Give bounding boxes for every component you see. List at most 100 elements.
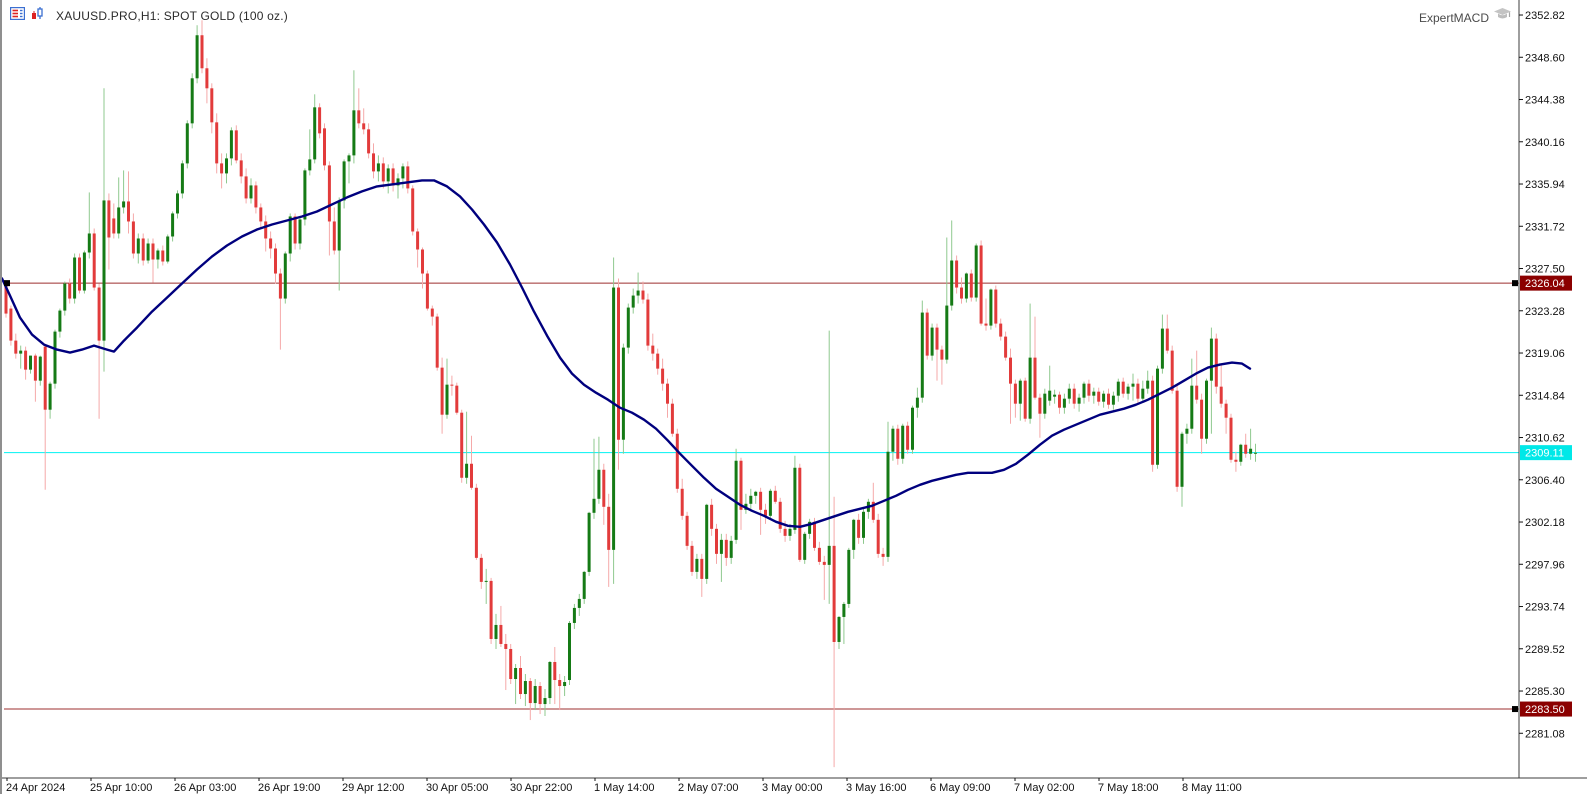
candle-body <box>749 495 753 504</box>
candle-body <box>97 287 101 341</box>
candle-body <box>1009 357 1012 384</box>
candle-body <box>1180 433 1184 487</box>
candle-body <box>215 122 219 164</box>
candle-body <box>450 384 454 386</box>
candle-body <box>489 580 493 639</box>
candle-body <box>793 467 797 530</box>
candle-body <box>592 498 596 513</box>
candle-body <box>999 323 1003 337</box>
candle-body <box>528 681 532 704</box>
candle-body <box>597 469 601 499</box>
candle-body <box>1136 383 1140 399</box>
candle-body <box>950 260 954 306</box>
candle-body <box>979 245 983 324</box>
moving-average-line[interactable] <box>2 179 1252 528</box>
candle-body <box>906 425 910 450</box>
candle-body <box>220 163 224 174</box>
candle-body <box>626 307 630 348</box>
candle-body <box>180 163 184 194</box>
candle-body <box>1023 380 1027 419</box>
candle-body <box>283 253 287 299</box>
candle-body <box>587 512 591 572</box>
time-axis-label: 7 May 18:00 <box>1098 782 1159 794</box>
candle-body <box>670 403 674 434</box>
indicator-name: ExpertMACD <box>1418 10 1489 25</box>
time-axis-label: 24 Apr 2024 <box>6 782 65 794</box>
candle-body <box>602 469 606 507</box>
line-anchor-marker[interactable] <box>4 280 10 287</box>
candle-body <box>327 165 331 222</box>
candle-body <box>572 607 576 623</box>
candle-body <box>680 488 684 516</box>
price-axis-label: 2297.96 <box>1525 559 1565 571</box>
price-axis-label: 2302.18 <box>1525 517 1565 529</box>
candle-body <box>1126 386 1130 394</box>
candle-body <box>171 213 175 237</box>
candle-body <box>1249 448 1253 454</box>
price-axis-label: 2323.28 <box>1525 306 1565 318</box>
time-axis-label: 26 Apr 19:00 <box>258 782 320 794</box>
candle-body <box>886 451 890 557</box>
candle-body <box>862 511 865 538</box>
candle-body <box>1214 338 1218 387</box>
time-axis-label: 26 Apr 03:00 <box>174 782 236 794</box>
candle-body <box>460 412 464 478</box>
candle-body <box>1038 397 1042 414</box>
list-icon[interactable] <box>9 6 26 25</box>
candle-body <box>244 176 248 199</box>
candle-body <box>58 310 62 332</box>
candle-body <box>656 353 660 369</box>
candle-body <box>229 130 233 159</box>
candle-body <box>1141 388 1145 399</box>
candle-body <box>455 385 459 413</box>
candlestick-chart[interactable]: 2352.82 2348.60 2344.38 2340.16 2335.94 2331.… <box>2 0 1587 794</box>
candle-body <box>700 558 704 579</box>
indicator-tag: ExpertMACD <box>1419 8 1511 27</box>
candle-body <box>514 668 518 680</box>
candle-body <box>68 283 72 299</box>
candle-body <box>607 506 611 550</box>
candle-body <box>87 233 91 253</box>
candle-body <box>82 252 86 291</box>
candle-body <box>710 504 714 529</box>
candle-body <box>719 539 723 554</box>
candle-body <box>847 549 851 604</box>
candle-body <box>1121 381 1125 394</box>
candle-body <box>724 539 728 558</box>
line-anchor-marker[interactable] <box>1512 280 1518 287</box>
candle-body <box>984 323 988 326</box>
candle-body <box>435 316 439 368</box>
candle-body <box>651 345 655 354</box>
candle-body <box>891 428 895 452</box>
candle-body <box>685 515 689 546</box>
price-axis-label: 2314.84 <box>1525 390 1565 402</box>
candle-body <box>881 553 885 557</box>
candlestick-chart-icon[interactable] <box>31 7 46 25</box>
hline-badge-label: 2326.04 <box>1525 278 1565 290</box>
candle-body <box>1234 459 1238 462</box>
candle-body <box>136 238 140 254</box>
candle-body <box>1097 391 1101 402</box>
candle-body <box>264 221 268 239</box>
candle-body <box>925 312 929 356</box>
candle-body <box>558 680 562 687</box>
candle-body <box>445 384 449 415</box>
candle-body <box>896 428 900 459</box>
candle-body <box>465 463 469 478</box>
candle-body <box>729 540 733 558</box>
candle-body <box>1043 393 1047 414</box>
expert-advisor-icon[interactable] <box>1494 8 1511 27</box>
candle-body <box>78 257 81 291</box>
candle-body <box>73 257 77 299</box>
candle-body <box>641 290 645 300</box>
candle-body <box>357 110 361 124</box>
line-anchor-marker[interactable] <box>1512 706 1518 713</box>
candle-body <box>646 299 650 346</box>
candle-body <box>577 598 581 608</box>
candle-body <box>156 250 160 260</box>
candle-body <box>127 201 130 222</box>
candle-body <box>1116 381 1120 396</box>
candle-body <box>411 188 415 232</box>
candle-body <box>48 383 52 410</box>
price-axis-label: 2344.38 <box>1525 95 1565 107</box>
